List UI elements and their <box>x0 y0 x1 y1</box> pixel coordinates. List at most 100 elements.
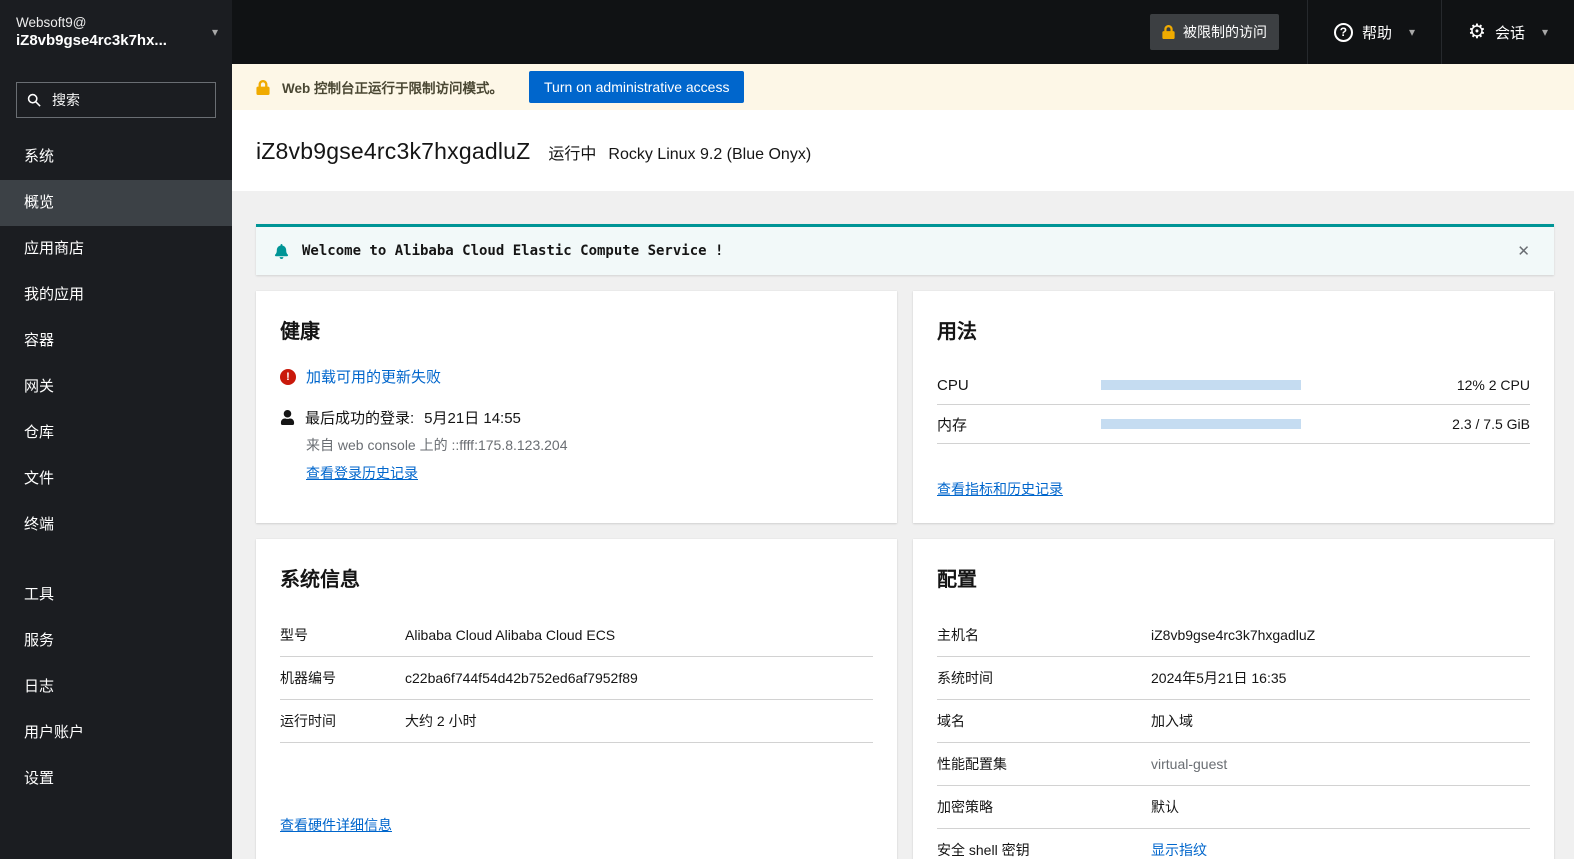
sidebar-nav: 系统 概览 应用商店 我的应用 容器 网关 仓库 文件 终端 工具 服务 日志 … <box>0 134 232 802</box>
help-menu[interactable]: ? 帮助 ▾ <box>1306 0 1441 64</box>
masthead: Websoft9@ iZ8vb9gse4rc3k7hx... ▾ 被限制的访问 … <box>0 0 1574 64</box>
search-input[interactable] <box>50 91 205 109</box>
cockpit-app: Websoft9@ iZ8vb9gse4rc3k7hx... ▾ 被限制的访问 … <box>0 0 1574 859</box>
sidebar-item-files[interactable]: 文件 <box>0 456 232 502</box>
machine-id-row: 机器编号 c22ba6f744f54d42b752ed6af7952f89 <box>280 657 873 700</box>
uptime-row: 运行时间 大约 2 小时 <box>280 700 873 743</box>
last-login-block: 最后成功的登录: 5月21日 14:55 来自 web console 上的 :… <box>280 407 873 483</box>
tuned-profile-row: 性能配置集 virtual-guest <box>937 743 1530 786</box>
chevron-down-icon: ▾ <box>211 25 218 39</box>
sidebar-item-overview[interactable]: 概览 <box>0 180 232 226</box>
last-login-from: 来自 web console 上的 ::ffff:175.8.123.204 <box>306 437 568 453</box>
cpu-value: 12% 2 CPU <box>1456 377 1530 393</box>
page-header: iZ8vb9gse4rc3k7hxgadluZ 运行中 Rocky Linux … <box>232 110 1574 191</box>
show-fingerprints-link[interactable]: 显示指纹 <box>1151 840 1207 859</box>
masthead-actions: 被限制的访问 ? 帮助 ▾ ⚙ 会话 ▾ <box>1149 0 1574 64</box>
last-login-row: 最后成功的登录: 5月21日 14:55 <box>280 407 873 428</box>
brand-hostname: iZ8vb9gse4rc3k7hx... <box>16 32 167 49</box>
lock-icon <box>1162 25 1175 39</box>
sidebar-item-appstore[interactable]: 应用商店 <box>0 226 232 272</box>
sidebar-section-tools: 工具 <box>24 586 55 603</box>
sidebar-item-containers[interactable]: 容器 <box>0 318 232 364</box>
system-time-value: 2024年5月21日 16:35 <box>1151 670 1287 686</box>
usage-card: 用法 CPU 12% 2 CPU 内存 2.3 / 7.5 GiB 查看指标和历… <box>913 291 1554 523</box>
cpu-progress-bar <box>1101 380 1301 390</box>
host-switcher[interactable]: Websoft9@ iZ8vb9gse4rc3k7hx... ▾ <box>0 0 232 64</box>
main-content: Web 控制台正运行于限制访问模式。 Turn on administrativ… <box>232 64 1574 859</box>
host-os: Rocky Linux 9.2 (Blue Onyx) <box>608 146 812 163</box>
system-time-row: 系统时间 2024年5月21日 16:35 <box>937 657 1530 700</box>
memory-usage-row: 内存 2.3 / 7.5 GiB <box>937 405 1530 444</box>
close-icon[interactable]: ✕ <box>1511 240 1536 262</box>
cards-grid: 健康 ! 加载可用的更新失败 最后成功的登录: 5月21日 14:55 来自 w… <box>256 291 1554 859</box>
updates-error-link[interactable]: 加载可用的更新失败 <box>306 366 441 387</box>
lock-icon <box>256 79 270 95</box>
ssh-keys-row: 安全 shell 密钥 显示指纹 <box>937 829 1530 859</box>
help-label: 帮助 <box>1361 24 1392 42</box>
sidebar: 系统 概览 应用商店 我的应用 容器 网关 仓库 文件 终端 工具 服务 日志 … <box>0 64 232 859</box>
cpu-usage-row: CPU 12% 2 CPU <box>937 366 1530 405</box>
sidebar-item-services[interactable]: 服务 <box>0 618 232 664</box>
health-card-title: 健康 <box>280 321 320 343</box>
join-domain-value[interactable]: 加入域 <box>1151 711 1193 731</box>
restricted-mode-banner: Web 控制台正运行于限制访问模式。 Turn on administrativ… <box>232 64 1574 110</box>
last-login-label: 最后成功的登录: <box>305 410 415 427</box>
restricted-access-button[interactable]: 被限制的访问 <box>1149 14 1279 50</box>
model-row: 型号 Alibaba Cloud Alibaba Cloud ECS <box>280 614 873 657</box>
hostname-label: 主机名 <box>937 627 979 643</box>
host-state: 运行中 <box>548 146 597 163</box>
admin-access-button[interactable]: Turn on administrative access <box>529 71 745 103</box>
hardware-details-link[interactable]: 查看硬件详细信息 <box>280 815 873 835</box>
sidebar-item-system[interactable]: 系统 <box>0 134 232 180</box>
sidebar-item-accounts[interactable]: 用户账户 <box>0 710 232 756</box>
ssh-keys-label: 安全 shell 密钥 <box>937 842 1030 858</box>
updates-error-row: ! 加载可用的更新失败 <box>280 366 873 387</box>
health-card: 健康 ! 加载可用的更新失败 最后成功的登录: 5月21日 14:55 来自 w… <box>256 291 897 523</box>
hostname-row: 主机名 iZ8vb9gse4rc3k7hxgadluZ <box>937 614 1530 657</box>
session-menu[interactable]: ⚙ 会话 ▾ <box>1441 0 1574 64</box>
model-label: 型号 <box>280 627 308 643</box>
chevron-down-icon: ▾ <box>1408 25 1416 39</box>
sidebar-item-terminal[interactable]: 终端 <box>0 502 232 548</box>
cpu-label: CPU <box>937 376 969 394</box>
sidebar-search[interactable] <box>16 82 216 118</box>
machine-id-value: c22ba6f744f54d42b752ed6af7952f89 <box>405 670 638 686</box>
memory-value: 2.3 / 7.5 GiB <box>1452 416 1530 432</box>
session-label: 会话 <box>1494 24 1525 42</box>
login-history-link[interactable]: 查看登录历史记录 <box>306 465 418 481</box>
sidebar-item-repository[interactable]: 仓库 <box>0 410 232 456</box>
help-icon: ? <box>1333 22 1353 42</box>
usage-card-title: 用法 <box>937 321 977 343</box>
last-login-time: 5月21日 14:55 <box>424 410 521 427</box>
configuration-title: 配置 <box>937 569 977 591</box>
metrics-history-link[interactable]: 查看指标和历史记录 <box>937 453 1530 499</box>
configuration-card: 配置 主机名 iZ8vb9gse4rc3k7hxgadluZ 系统时间 2024… <box>913 539 1554 859</box>
chevron-down-icon: ▾ <box>1541 25 1548 39</box>
system-time-label: 系统时间 <box>937 670 993 686</box>
page-title: iZ8vb9gse4rc3k7hxgadluZ <box>256 138 531 164</box>
sidebar-item-logs[interactable]: 日志 <box>0 664 232 710</box>
uptime-value: 大约 2 小时 <box>405 713 477 729</box>
sidebar-item-settings[interactable]: 设置 <box>0 756 232 802</box>
brand-user: Websoft9@ <box>16 15 87 30</box>
sidebar-item-gateway[interactable]: 网关 <box>0 364 232 410</box>
crypto-policy-value: 默认 <box>1151 799 1179 815</box>
motd-message: Welcome to Alibaba Cloud Elastic Compute… <box>302 243 724 259</box>
memory-label: 内存 <box>937 416 968 434</box>
tuned-profile-value[interactable]: virtual-guest <box>1151 756 1227 772</box>
host-switcher-labels: Websoft9@ iZ8vb9gse4rc3k7hx... <box>16 15 204 49</box>
gear-icon: ⚙ <box>1468 21 1486 43</box>
crypto-policy-row: 加密策略 默认 <box>937 786 1530 829</box>
restricted-access-label: 被限制的访问 <box>1182 24 1267 40</box>
machine-id-label: 机器编号 <box>280 670 336 686</box>
tuned-profile-label: 性能配置集 <box>937 756 1007 772</box>
crypto-policy-label: 加密策略 <box>937 799 993 815</box>
bell-icon <box>274 243 289 259</box>
system-info-title: 系统信息 <box>280 569 360 591</box>
restricted-mode-message: Web 控制台正运行于限制访问模式。 <box>282 81 504 96</box>
main-layout: 系统 概览 应用商店 我的应用 容器 网关 仓库 文件 终端 工具 服务 日志 … <box>0 64 1574 859</box>
sidebar-item-myapps[interactable]: 我的应用 <box>0 272 232 318</box>
uptime-label: 运行时间 <box>280 713 336 729</box>
domain-row: 域名 加入域 <box>937 700 1530 743</box>
system-info-card: 系统信息 型号 Alibaba Cloud Alibaba Cloud ECS … <box>256 539 897 859</box>
